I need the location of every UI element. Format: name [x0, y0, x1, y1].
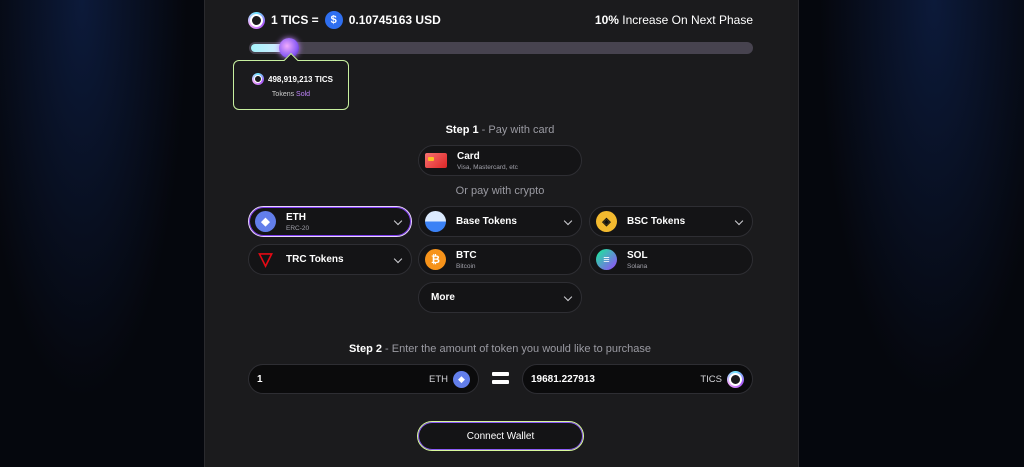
bsc-title: BSC Tokens — [627, 216, 686, 227]
btc-subtitle: Bitcoin — [456, 262, 476, 270]
background-left — [0, 0, 205, 467]
step1-rest: - Pay with card — [478, 124, 555, 136]
base-tokens-option[interactable]: Base Tokens — [418, 206, 582, 237]
connect-wallet-button[interactable]: Connect Wallet — [417, 421, 584, 451]
tokens-sold-amount: 498,919,213 TICS — [252, 73, 333, 85]
ethereum-icon: ◆ — [255, 211, 276, 232]
tics-logo-icon — [252, 73, 264, 85]
price-rate: 1 TICS = $ 0.10745163 USD — [248, 10, 441, 30]
chevron-down-icon — [734, 216, 744, 226]
receive-amount-value[interactable]: 19681.227913 — [531, 374, 700, 385]
chevron-down-icon — [393, 216, 403, 226]
trc-tokens-option[interactable]: ▽ TRC Tokens — [248, 244, 412, 275]
eth-subtitle: ERC-20 — [286, 224, 310, 232]
bsc-tokens-option[interactable]: ◈ BSC Tokens — [589, 206, 753, 237]
chevron-down-icon — [563, 292, 573, 302]
btc-option[interactable]: ₿ BTC Bitcoin — [418, 244, 582, 275]
usd-icon: $ — [324, 11, 343, 29]
sol-option[interactable]: ≡ SOL Solana — [589, 244, 753, 275]
pay-amount-value[interactable]: 1 — [257, 374, 429, 385]
step2-bold: Step 2 — [348, 343, 382, 355]
phase-percent: 10% — [594, 13, 619, 27]
btc-title: BTC — [456, 249, 477, 261]
card-title: Card — [457, 150, 480, 162]
base-title: Base Tokens — [456, 216, 517, 227]
chevron-down-icon — [393, 254, 403, 264]
card-subtitle: Visa, Mastercard, etc — [457, 163, 518, 171]
step2-rest: - Enter the amount of token you would li… — [381, 343, 652, 355]
sold-label-prefix: Tokens — [271, 91, 297, 98]
rate-rhs: 0.10745163 USD — [348, 13, 441, 27]
tokens-sold-label: Tokens Sold — [234, 91, 348, 98]
step2-title: Step 2 - Enter the amount of token you w… — [250, 343, 750, 355]
receive-amount-input[interactable]: 19681.227913 TICS — [522, 364, 753, 394]
phase-text: Increase On Next Phase — [618, 13, 753, 27]
sold-amount-text: 498,919,213 TICS — [268, 74, 333, 84]
trc-title: TRC Tokens — [286, 254, 344, 265]
crypto-divider: Or pay with crypto — [455, 185, 545, 197]
tics-logo-icon — [727, 370, 744, 388]
tics-logo-icon — [248, 11, 265, 29]
sol-subtitle: Solana — [627, 262, 648, 270]
binance-icon: ◈ — [596, 211, 617, 232]
pay-amount-input[interactable]: 1 ETH ◆ — [248, 364, 479, 394]
bitcoin-icon: ₿ — [425, 249, 446, 270]
background-right — [799, 0, 1024, 467]
next-phase-info: 10% Increase On Next Phase — [595, 13, 753, 27]
eth-option[interactable]: ◆ ETH ERC-20 — [248, 206, 412, 237]
pay-card-option[interactable]: Card Visa, Mastercard, etc — [418, 145, 582, 176]
tokens-sold-tooltip: 498,919,213 TICS Tokens Sold — [233, 52, 349, 110]
tron-icon: ▽ — [258, 249, 273, 269]
sol-title: SOL — [627, 249, 648, 261]
more-options[interactable]: More — [418, 282, 582, 313]
more-title: More — [431, 292, 455, 303]
credit-card-icon — [425, 153, 447, 168]
ethereum-icon: ◆ — [453, 370, 470, 388]
sale-progress-track — [249, 42, 753, 54]
step1-bold: Step 1 — [445, 124, 479, 136]
base-icon — [425, 211, 446, 232]
receive-unit: TICS — [700, 373, 722, 385]
step1-title: Step 1 - Pay with card — [400, 124, 600, 136]
solana-icon: ≡ — [596, 249, 617, 270]
eth-title: ETH — [286, 211, 306, 223]
rate-lhs: 1 TICS = — [271, 13, 319, 27]
sold-label-highlight: Sold — [296, 91, 311, 98]
pay-unit: ETH — [429, 373, 448, 385]
equals-icon — [492, 372, 509, 388]
chevron-down-icon — [563, 216, 573, 226]
